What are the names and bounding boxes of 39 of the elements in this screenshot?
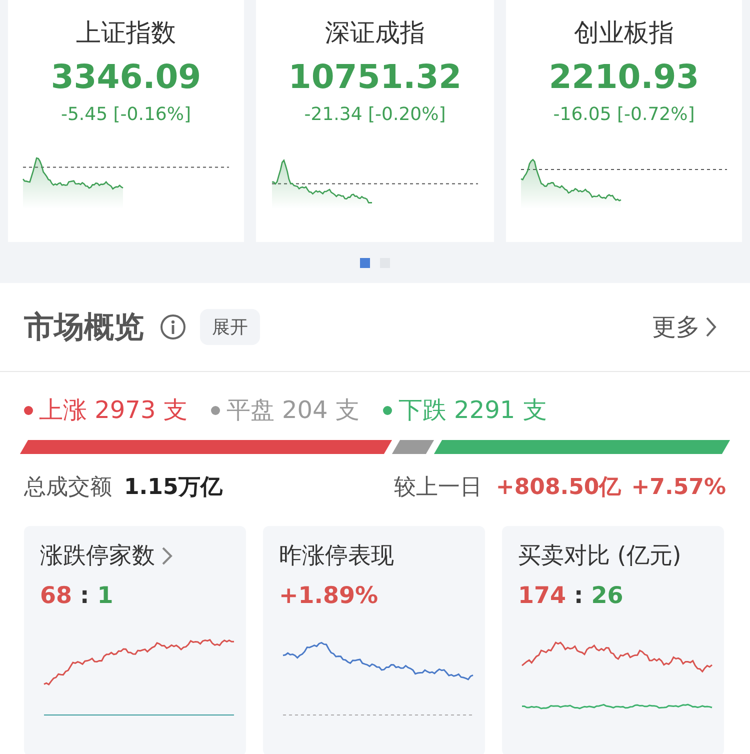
stat-card[interactable]: 买卖对比 (亿元) 174 : 26: [502, 526, 724, 754]
chevron-icon: [704, 315, 718, 339]
card-title: 昨涨停表现: [279, 542, 394, 571]
index-card[interactable]: 上证指数 3346.09 -5.45 [-0.16%]: [8, 0, 244, 242]
card-value: 174: [518, 583, 566, 609]
card-title: 买卖对比 (亿元): [518, 542, 682, 571]
index-card[interactable]: 创业板指 2210.93 -16.05 [-0.72%]: [506, 0, 742, 242]
stat-count: 下跌 2291 支: [398, 395, 547, 426]
index-name: 深证成指: [325, 17, 425, 49]
card-value: :: [80, 583, 90, 609]
more-link[interactable]: 更多: [646, 310, 724, 344]
card-value: 26: [591, 583, 624, 609]
index-name: 上证指数: [76, 17, 176, 49]
index-value: 10751.32: [288, 57, 462, 96]
compare-label: 较上一日: [394, 474, 482, 502]
card-value: :: [574, 583, 584, 609]
expand-button[interactable]: 展开: [200, 309, 260, 345]
stat-card[interactable]: 涨跌停家数 68 : 1: [24, 526, 246, 754]
index-change: -5.45 [-0.16%]: [60, 104, 192, 125]
index-card[interactable]: 深证成指 10751.32 -21.34 [-0.20%]: [256, 0, 494, 242]
section-title: 市场概览: [24, 308, 144, 346]
turnover-value: 1.15万亿: [124, 474, 222, 502]
chevron-icon[interactable]: [161, 546, 173, 566]
card-value: +1.89%: [279, 583, 378, 609]
index-name: 创业板指: [574, 17, 674, 49]
index-change: -16.05 [-0.72%]: [553, 104, 695, 125]
card-title: 涨跌停家数: [40, 542, 155, 571]
stat-card[interactable]: 昨涨停表现 +1.89%: [263, 526, 485, 754]
index-change: -21.34 [-0.20%]: [304, 104, 446, 125]
info-icon[interactable]: [160, 314, 186, 340]
index-value: 3346.09: [50, 57, 202, 96]
card-value: 1: [97, 583, 114, 609]
index-value: 2210.93: [548, 57, 700, 96]
card-value: 68: [40, 583, 72, 609]
stat-count: 平盘 204 支: [226, 395, 360, 426]
compare-value: +808.50亿: [496, 474, 622, 502]
stat-count: 上涨 2973 支: [39, 395, 188, 426]
turnover-label: 总成交额: [24, 474, 112, 502]
compare-percent: +7.57%: [631, 474, 726, 500]
